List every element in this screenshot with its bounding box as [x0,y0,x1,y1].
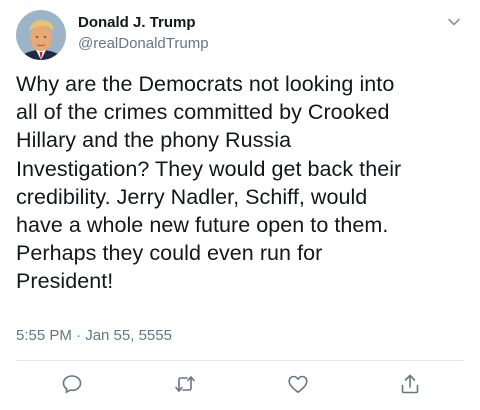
tweet-card: Donald J. Trump @realDonaldTrump Why are… [0,0,480,410]
share-upload-icon [401,374,419,394]
author-names: Donald J. Trump @realDonaldTrump [78,14,209,54]
tweet-timestamp[interactable]: 5:55 PM · Jan 55, 5555 [16,326,172,346]
tweet-actions [0,372,480,400]
chevron-down-icon[interactable] [444,12,464,32]
speech-bubble-icon [62,375,82,394]
author-handle[interactable]: @realDonaldTrump [78,34,209,54]
share-button[interactable] [398,372,422,396]
divider [16,360,464,361]
tweet-text: Why are the Democrats not looking into a… [16,72,402,294]
reply-button[interactable] [60,372,84,396]
retweet-button[interactable] [173,372,197,396]
heart-icon [288,375,308,393]
tweet-header: Donald J. Trump @realDonaldTrump [16,10,464,62]
author-display-name[interactable]: Donald J. Trump [78,14,209,32]
avatar[interactable] [16,10,66,60]
like-button[interactable] [286,372,310,396]
retweet-arrows-icon [175,376,195,392]
